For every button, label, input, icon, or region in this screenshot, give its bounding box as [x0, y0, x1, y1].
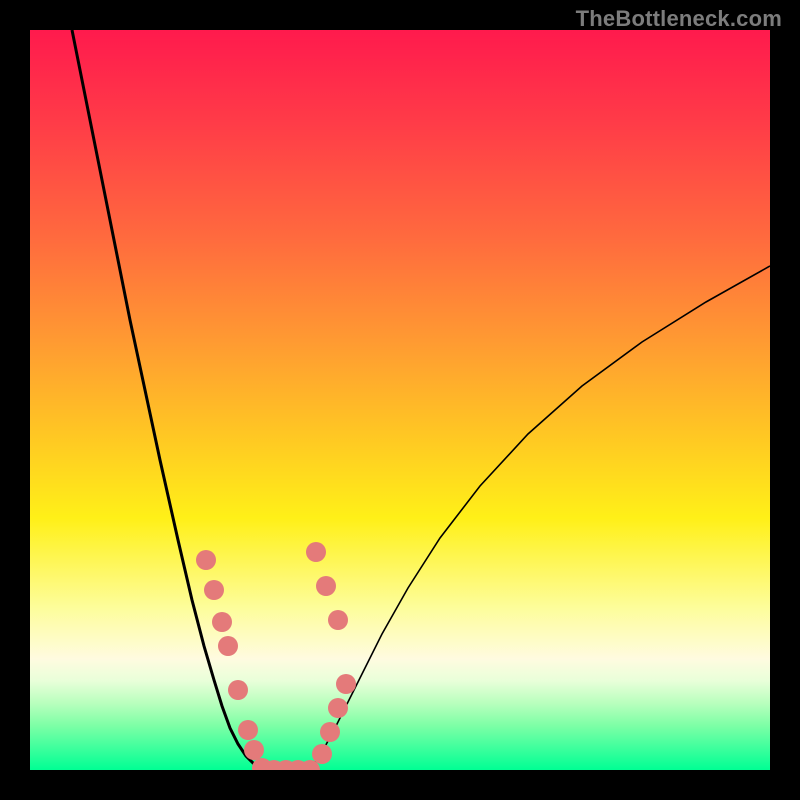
highlight-dot — [328, 698, 348, 718]
highlight-dot — [336, 674, 356, 694]
highlight-dot — [228, 680, 248, 700]
highlight-dot — [196, 550, 216, 570]
highlight-dot — [212, 612, 232, 632]
highlight-dot — [244, 740, 264, 760]
highlight-dot — [320, 722, 340, 742]
attribution-text: TheBottleneck.com — [576, 6, 782, 32]
highlight-dot — [316, 576, 336, 596]
highlight-dot — [238, 720, 258, 740]
highlight-dot — [312, 744, 332, 764]
highlight-dots-layer — [30, 30, 770, 770]
highlight-dot — [328, 610, 348, 630]
highlight-dot — [204, 580, 224, 600]
chart-frame: TheBottleneck.com — [0, 0, 800, 800]
highlight-dot — [306, 542, 326, 562]
highlight-dot — [218, 636, 238, 656]
plot-area — [30, 30, 770, 770]
